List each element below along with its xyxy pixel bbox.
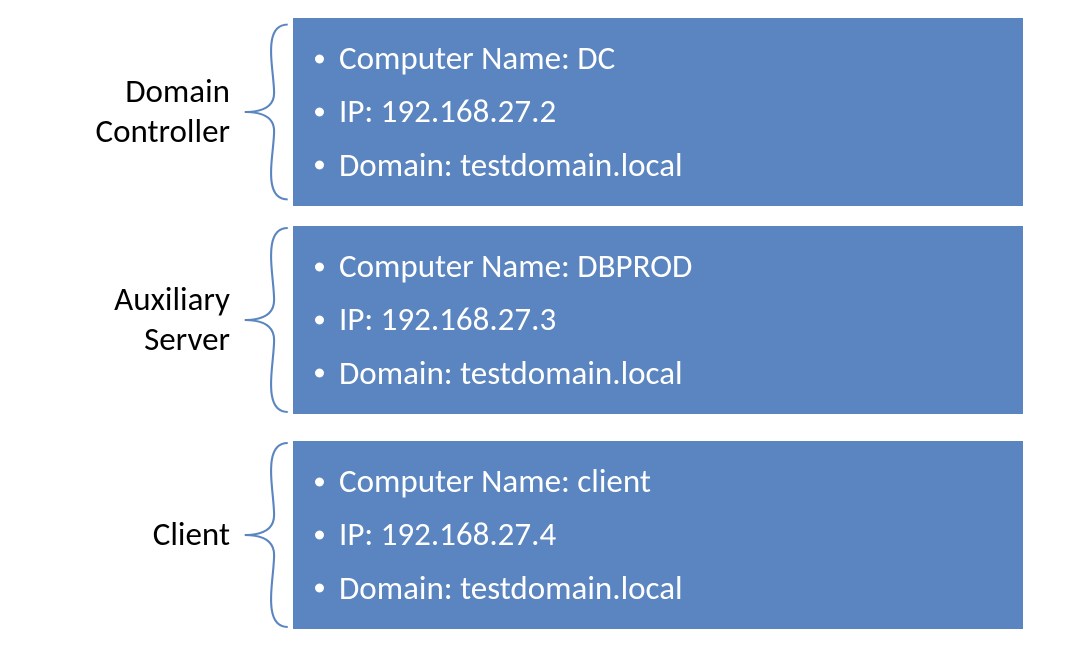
brace-icon bbox=[230, 435, 293, 635]
detail-ip: IP: 192.168.27.3 bbox=[305, 293, 1013, 346]
node-label-line2: Controller bbox=[0, 112, 230, 152]
detail-domain: Domain: testdomain.local bbox=[305, 139, 1013, 192]
detail-computer-name: Computer Name: client bbox=[305, 455, 1013, 508]
node-label: Client bbox=[0, 515, 230, 555]
node-client: Client Computer Name: client IP: 192.168… bbox=[0, 435, 1068, 635]
node-details-box: Computer Name: DBPROD IP: 192.168.27.3 D… bbox=[293, 226, 1023, 414]
node-details: Computer Name: DC IP: 192.168.27.2 Domai… bbox=[293, 18, 1023, 206]
node-label: Auxiliary Server bbox=[0, 280, 230, 359]
detail-computer-name: Computer Name: DC bbox=[305, 32, 1013, 85]
node-label-line1: Auxiliary bbox=[0, 280, 230, 320]
node-label-line1: Client bbox=[0, 515, 230, 555]
node-label-line1: Domain bbox=[0, 72, 230, 112]
node-details-box: Computer Name: client IP: 192.168.27.4 D… bbox=[293, 441, 1023, 629]
node-label-line2: Server bbox=[0, 320, 230, 360]
node-details-box: Computer Name: DC IP: 192.168.27.2 Domai… bbox=[293, 18, 1023, 206]
brace-icon bbox=[230, 17, 293, 207]
brace-icon bbox=[230, 220, 293, 420]
detail-ip: IP: 192.168.27.2 bbox=[305, 85, 1013, 138]
network-diagram: Domain Controller Computer Name: DC IP: … bbox=[0, 0, 1068, 664]
detail-ip: IP: 192.168.27.4 bbox=[305, 508, 1013, 561]
detail-domain: Domain: testdomain.local bbox=[305, 347, 1013, 400]
node-details: Computer Name: DBPROD IP: 192.168.27.3 D… bbox=[293, 226, 1023, 414]
node-label: Domain Controller bbox=[0, 72, 230, 151]
detail-domain: Domain: testdomain.local bbox=[305, 562, 1013, 615]
detail-computer-name: Computer Name: DBPROD bbox=[305, 240, 1013, 293]
node-auxiliary-server: Auxiliary Server Computer Name: DBPROD I… bbox=[0, 220, 1068, 420]
node-details: Computer Name: client IP: 192.168.27.4 D… bbox=[293, 441, 1023, 629]
node-domain-controller: Domain Controller Computer Name: DC IP: … bbox=[0, 17, 1068, 207]
